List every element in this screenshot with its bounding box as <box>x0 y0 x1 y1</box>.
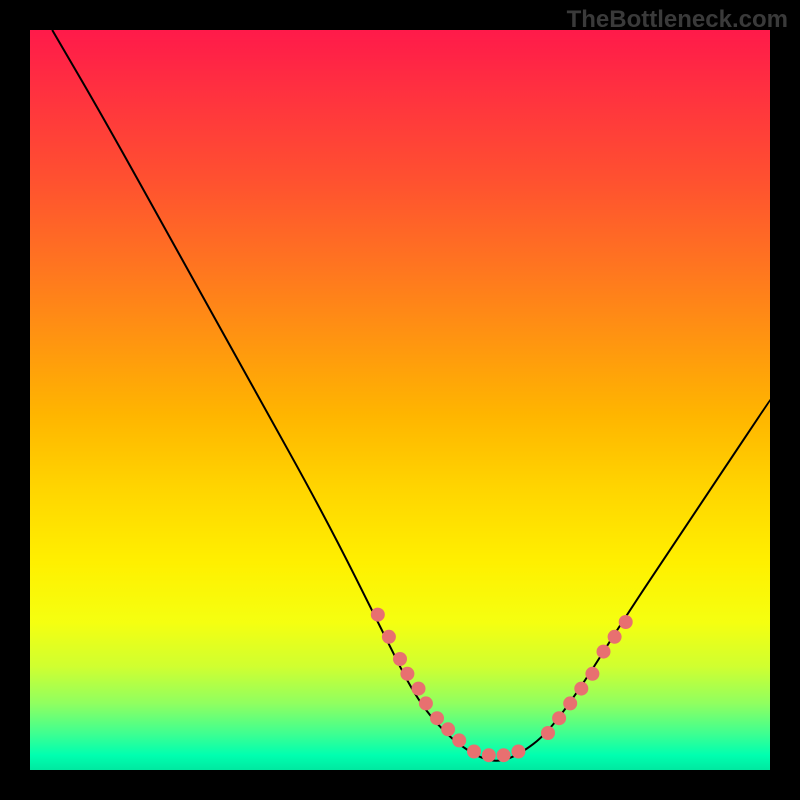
data-marker <box>608 630 622 644</box>
data-marker <box>371 608 385 622</box>
data-marker <box>541 726 555 740</box>
plot-area <box>30 30 770 770</box>
data-marker <box>400 667 414 681</box>
data-marker <box>585 667 599 681</box>
data-marker <box>467 745 481 759</box>
marker-cluster-right <box>541 615 633 740</box>
data-marker <box>511 745 525 759</box>
bottleneck-curve <box>52 30 770 761</box>
watermark-text: TheBottleneck.com <box>567 6 788 34</box>
data-marker <box>497 748 511 762</box>
data-marker <box>412 682 426 696</box>
data-marker <box>563 696 577 710</box>
data-marker <box>393 652 407 666</box>
chart-container: TheBottleneck.com <box>0 0 800 800</box>
data-marker <box>419 696 433 710</box>
data-marker <box>382 630 396 644</box>
data-marker <box>430 711 444 725</box>
data-marker <box>482 748 496 762</box>
chart-svg <box>30 30 770 770</box>
data-marker <box>574 682 588 696</box>
marker-cluster-left <box>371 608 526 763</box>
data-marker <box>597 645 611 659</box>
data-marker <box>452 733 466 747</box>
data-marker <box>441 722 455 736</box>
data-marker <box>552 711 566 725</box>
data-marker <box>619 615 633 629</box>
